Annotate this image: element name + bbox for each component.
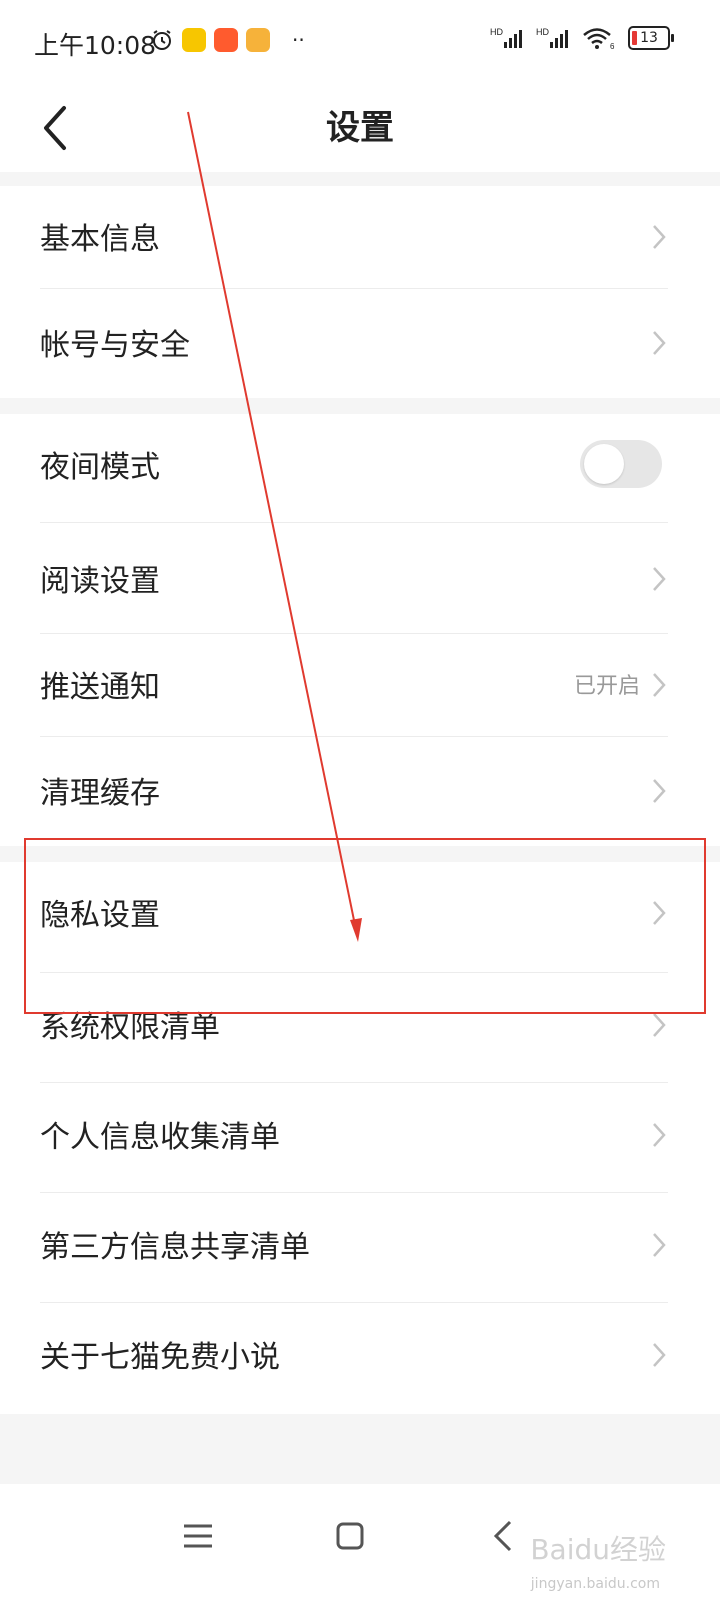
chevron-right-icon [653, 331, 666, 355]
back-icon[interactable] [476, 1508, 532, 1564]
baidu-watermark: Baidu经验 [530, 1533, 666, 1566]
divider [40, 1082, 668, 1083]
divider [40, 522, 668, 523]
divider [40, 288, 668, 289]
notification-icons: ·· [150, 28, 305, 52]
settings-group-account: 基本信息 帐号与安全 [0, 186, 720, 398]
menu-icon[interactable] [170, 1508, 226, 1564]
setting-row-push-notifications[interactable]: 推送通知 已开启 [40, 634, 668, 740]
wifi-icon: 6 [583, 28, 615, 50]
chevron-right-icon [653, 1343, 666, 1367]
setting-row-account-security[interactable]: 帐号与安全 [40, 292, 668, 398]
setting-row-personal-info-collection[interactable]: 个人信息收集清单 [40, 1084, 668, 1190]
page-title: 设置 [326, 108, 394, 148]
setting-row-about[interactable]: 关于七猫免费小说 [40, 1304, 668, 1410]
setting-row-third-party-sharing[interactable]: 第三方信息共享清单 [40, 1194, 668, 1300]
setting-label: 帐号与安全 [40, 328, 190, 363]
night-mode-toggle[interactable] [580, 440, 662, 488]
chevron-right-icon [653, 1123, 666, 1147]
setting-label: 第三方信息共享清单 [40, 1230, 310, 1265]
setting-label: 夜间模式 [40, 450, 160, 485]
chevron-right-icon [653, 567, 666, 591]
battery-icon: 13 [628, 26, 674, 50]
status-right: HD HD 6 13 [490, 26, 674, 50]
setting-row-clear-cache[interactable]: 清理缓存 [40, 740, 668, 846]
setting-label: 个人信息收集清单 [40, 1120, 280, 1155]
svg-text:6: 6 [610, 42, 615, 50]
settings-group-reading: 夜间模式 阅读设置 推送通知 已开启 清理缓存 [0, 414, 720, 846]
chevron-right-icon [653, 673, 666, 697]
system-nav-bar: Baidu经验 jingyan.baidu.com [0, 1484, 720, 1600]
message-app-icon [246, 28, 270, 52]
baidu-watermark-url: jingyan.baidu.com [530, 1576, 660, 1592]
svg-text:HD: HD [490, 27, 503, 37]
status-time: 上午10:08 [34, 31, 157, 60]
setting-label: 基本信息 [40, 222, 160, 257]
setting-label: 清理缓存 [40, 776, 160, 811]
setting-label: 推送通知 [40, 670, 160, 705]
status-bar: 上午10:08 ·· HD HD 6 13 [0, 0, 720, 84]
divider [40, 1192, 668, 1193]
setting-row-basic-info[interactable]: 基本信息 [40, 186, 668, 292]
setting-row-night-mode: 夜间模式 [40, 414, 668, 520]
setting-row-reading-settings[interactable]: 阅读设置 [40, 528, 668, 634]
annotation-highlight-box [24, 838, 706, 1014]
svg-text:HD: HD [536, 27, 549, 37]
setting-label: 关于七猫免费小说 [40, 1340, 280, 1375]
qimao-app-icon [182, 28, 206, 52]
divider [40, 1302, 668, 1303]
signal-icon-1: HD [490, 27, 522, 48]
chevron-right-icon [653, 779, 666, 803]
home-icon[interactable] [322, 1508, 378, 1564]
more-notifications-icon: ·· [292, 28, 305, 52]
toggle-knob [584, 444, 624, 484]
setting-label: 阅读设置 [40, 564, 160, 599]
divider [40, 736, 668, 737]
battery-level: 13 [640, 30, 658, 46]
setting-value: 已开启 [573, 674, 640, 699]
chevron-right-icon [653, 225, 666, 249]
kuaishou-app-icon [214, 28, 238, 52]
page-header: 设置 [0, 84, 720, 172]
chevron-right-icon [653, 1233, 666, 1257]
alarm-icon [153, 30, 171, 50]
chevron-right-icon [653, 1013, 666, 1037]
signal-icon-2: HD [536, 27, 568, 48]
